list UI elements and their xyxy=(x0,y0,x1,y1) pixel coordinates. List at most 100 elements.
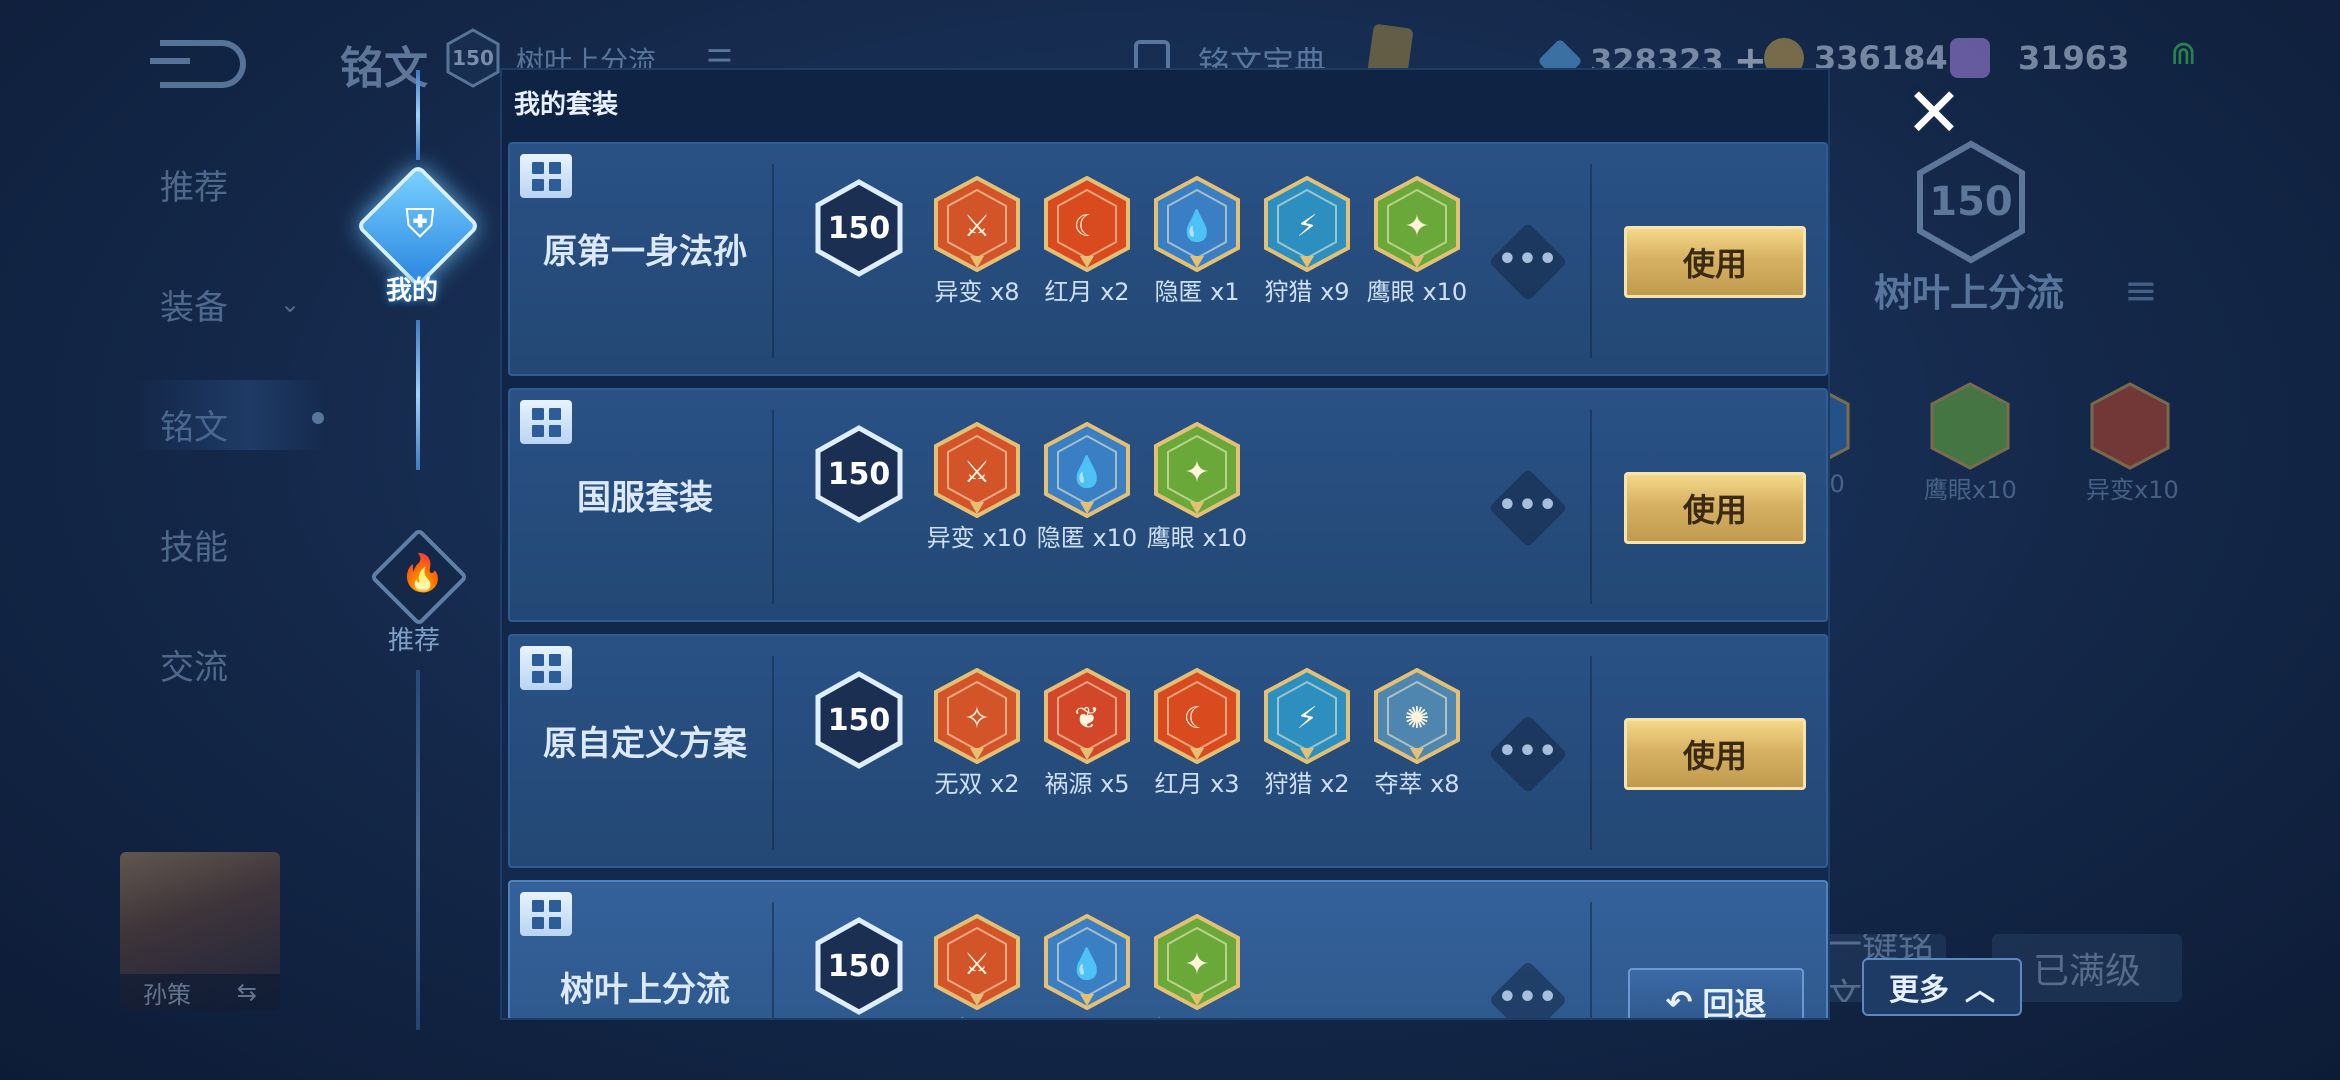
rune-item[interactable]: ⚡ 狩猎 x9 xyxy=(1252,176,1362,316)
revert-button[interactable]: ↶ 回退 xyxy=(1628,968,1804,1020)
rune-count: x10 xyxy=(982,1016,1027,1018)
rune-count: x10 xyxy=(1202,524,1248,552)
svg-text:⚔: ⚔ xyxy=(964,209,991,244)
set-row[interactable]: 原自定义方案 150 ✧ 无双 x2 ❦ 祸源 x5 ☾ 红月 x3 ⚡ 狩猎 x2 ✺ 夺萃 x8 •… xyxy=(508,634,1828,868)
rune-label: 无双 x2 xyxy=(922,764,1032,799)
rune-name: 异变 xyxy=(926,524,975,552)
back-arrow-icon[interactable] xyxy=(150,28,250,88)
more-button[interactable]: 更多 ︿ xyxy=(1862,958,2022,1016)
rune-label: 鹰眼 x10 xyxy=(1362,272,1472,307)
rune-item[interactable]: ☾ 红月 x2 xyxy=(1032,176,1142,316)
set-row[interactable]: 树叶上分流 150 ⚔ 异变 x10 💧 隐匿 x10 ✦ 鹰眼 x10 ••• ↶ 回退 xyxy=(508,880,1828,1020)
menu-icon[interactable]: ≡ xyxy=(2124,268,2158,314)
rune-gem-icon: 💧 xyxy=(1154,176,1240,272)
rune-item[interactable]: 💧 隐匿 x10 xyxy=(1032,422,1142,562)
divider xyxy=(1590,164,1592,358)
rune-item[interactable]: ⚔ 异变 x8 xyxy=(922,176,1032,316)
grid-icon[interactable] xyxy=(520,646,572,690)
ellipsis-icon[interactable]: ••• xyxy=(1494,234,1562,290)
use-button[interactable]: 使用 xyxy=(1624,718,1806,790)
rune-name: 夺萃 xyxy=(1374,770,1423,798)
rune-label: 隐匿 x1 xyxy=(1142,272,1252,307)
rune-name: 红月 xyxy=(1154,770,1203,798)
divider xyxy=(772,902,774,1018)
nav-active-dot xyxy=(312,412,324,424)
modal-title: 我的套装 xyxy=(514,90,619,120)
rune-label: 夺萃 x8 xyxy=(1362,764,1472,799)
rune-item[interactable]: ✺ 夺萃 x8 xyxy=(1362,668,1472,808)
grid-icon[interactable] xyxy=(520,154,572,198)
grid-icon[interactable] xyxy=(520,400,572,444)
svg-text:⚡: ⚡ xyxy=(1296,209,1317,244)
chevron-up-icon: ︿ xyxy=(1965,973,1995,1008)
rune-item[interactable]: ☾ 红月 x3 xyxy=(1142,668,1252,808)
svg-text:⚔: ⚔ xyxy=(964,455,991,490)
right-panel-level: 150 xyxy=(1929,179,2013,225)
my-sets-modal: 我的套装 原第一身法孙 150 ⚔ 异变 x8 ☾ 红月 x2 💧 隐匿 x1 ⚡ 狩猎 x9 ✦ 鹰… xyxy=(500,68,1830,1020)
set-name[interactable]: 树叶上分流 xyxy=(520,962,770,1011)
set-name[interactable]: 原自定义方案 xyxy=(520,716,770,765)
rune-gem-icon: ✦ xyxy=(1154,914,1240,1010)
nav-item-recommend[interactable]: 推荐 xyxy=(160,160,228,209)
rune-label: 狩猎 x2 xyxy=(1252,764,1362,799)
set-row[interactable]: 原第一身法孙 150 ⚔ 异变 x8 ☾ 红月 x2 💧 隐匿 x1 ⚡ 狩猎 x9 ✦ 鹰眼 x10… xyxy=(508,142,1828,376)
ellipsis-icon[interactable]: ••• xyxy=(1494,972,1562,1018)
set-name[interactable]: 原第一身法孙 xyxy=(520,224,770,273)
set-level-badge: 150 xyxy=(814,670,904,770)
rune-label: 异变x10 xyxy=(2086,476,2179,504)
ellipsis-icon[interactable]: ••• xyxy=(1494,726,1562,782)
rune-item[interactable]: ❦ 祸源 x5 xyxy=(1032,668,1142,808)
rune-item[interactable]: ⚡ 狩猎 x2 xyxy=(1252,668,1362,808)
rune-count: x8 xyxy=(990,278,1020,306)
timeline-recommend-label[interactable]: 推荐 xyxy=(388,620,440,657)
rune-item[interactable]: ✧ 无双 x2 xyxy=(922,668,1032,808)
swap-icon[interactable]: ⇆ xyxy=(237,978,257,1006)
divider xyxy=(772,410,774,604)
rune-gem-icon: ✧ xyxy=(934,668,1020,764)
hero-portrait[interactable]: 孙策 ⇆ xyxy=(120,852,280,1010)
crystal-value: 31963 xyxy=(2018,39,2130,77)
svg-text:☾: ☾ xyxy=(1184,701,1211,736)
nav-item-equipment[interactable]: 装备 xyxy=(160,280,228,329)
rune-label: 鹰眼 x10 xyxy=(1142,518,1252,553)
armor-icon: ⛨ xyxy=(405,201,435,247)
svg-text:💧: 💧 xyxy=(1178,208,1215,244)
rune-label: 狩猎 x9 xyxy=(1252,272,1362,307)
grid-icon[interactable] xyxy=(520,892,572,936)
rune-count: x1 xyxy=(1210,278,1240,306)
set-name[interactable]: 国服套装 xyxy=(520,470,770,519)
set-row[interactable]: 国服套装 150 ⚔ 异变 x10 💧 隐匿 x10 ✦ 鹰眼 x10 ••• 使用 xyxy=(508,388,1828,622)
set-level-badge: 150 xyxy=(814,424,904,524)
use-button[interactable]: 使用 xyxy=(1624,226,1806,298)
svg-text:❦: ❦ xyxy=(1074,701,1099,736)
ellipsis-icon[interactable]: ••• xyxy=(1494,480,1562,536)
rune-item[interactable]: ⚔ 异变 x10 xyxy=(922,914,1032,1018)
rune-gem-icon: ☾ xyxy=(1154,668,1240,764)
rune-gem-icon: ⚔ xyxy=(934,176,1020,272)
rune-item[interactable]: 💧 隐匿 x1 xyxy=(1142,176,1252,316)
rune-item[interactable]: ✦ 鹰眼 x10 xyxy=(1362,176,1472,316)
rune-item[interactable]: 💧 隐匿 x10 xyxy=(1032,914,1142,1018)
hero-name-bar: 孙策 ⇆ xyxy=(120,974,280,1010)
close-icon[interactable]: ✕ xyxy=(1904,80,1964,148)
revert-label: 回退 xyxy=(1702,985,1767,1020)
set-level-value: 150 xyxy=(827,210,891,246)
use-button[interactable]: 使用 xyxy=(1624,472,1806,544)
rune-item[interactable]: ⚔ 异变 x10 xyxy=(922,422,1032,562)
svg-text:✺: ✺ xyxy=(1404,701,1429,736)
rune-list: ⚔ 异变 x10 💧 隐匿 x10 ✦ 鹰眼 x10 xyxy=(922,422,1472,562)
rune-gem-icon: ❦ xyxy=(1044,668,1130,764)
rune-name: 隐匿 xyxy=(1037,1016,1085,1018)
rune-gem-icon: ⚡ xyxy=(1264,176,1350,272)
rune-name: 异变 xyxy=(927,1016,975,1018)
rune-item[interactable]: ✦ 鹰眼 x10 xyxy=(1142,422,1252,562)
divider xyxy=(772,656,774,850)
timeline-mine-label[interactable]: 我的 xyxy=(386,270,438,307)
nav-item-community[interactable]: 交流 xyxy=(160,640,228,689)
nav-item-skills[interactable]: 技能 xyxy=(160,520,228,569)
rune-count: x2 xyxy=(990,770,1020,798)
rune-item[interactable]: ✦ 鹰眼 x10 xyxy=(1142,914,1252,1018)
rune-count: x2 xyxy=(1320,770,1350,798)
rune-list: ✧ 无双 x2 ❦ 祸源 x5 ☾ 红月 x3 ⚡ 狩猎 x2 ✺ 夺萃 x8 xyxy=(922,668,1472,808)
rune-gem-icon: ☾ xyxy=(1044,176,1130,272)
